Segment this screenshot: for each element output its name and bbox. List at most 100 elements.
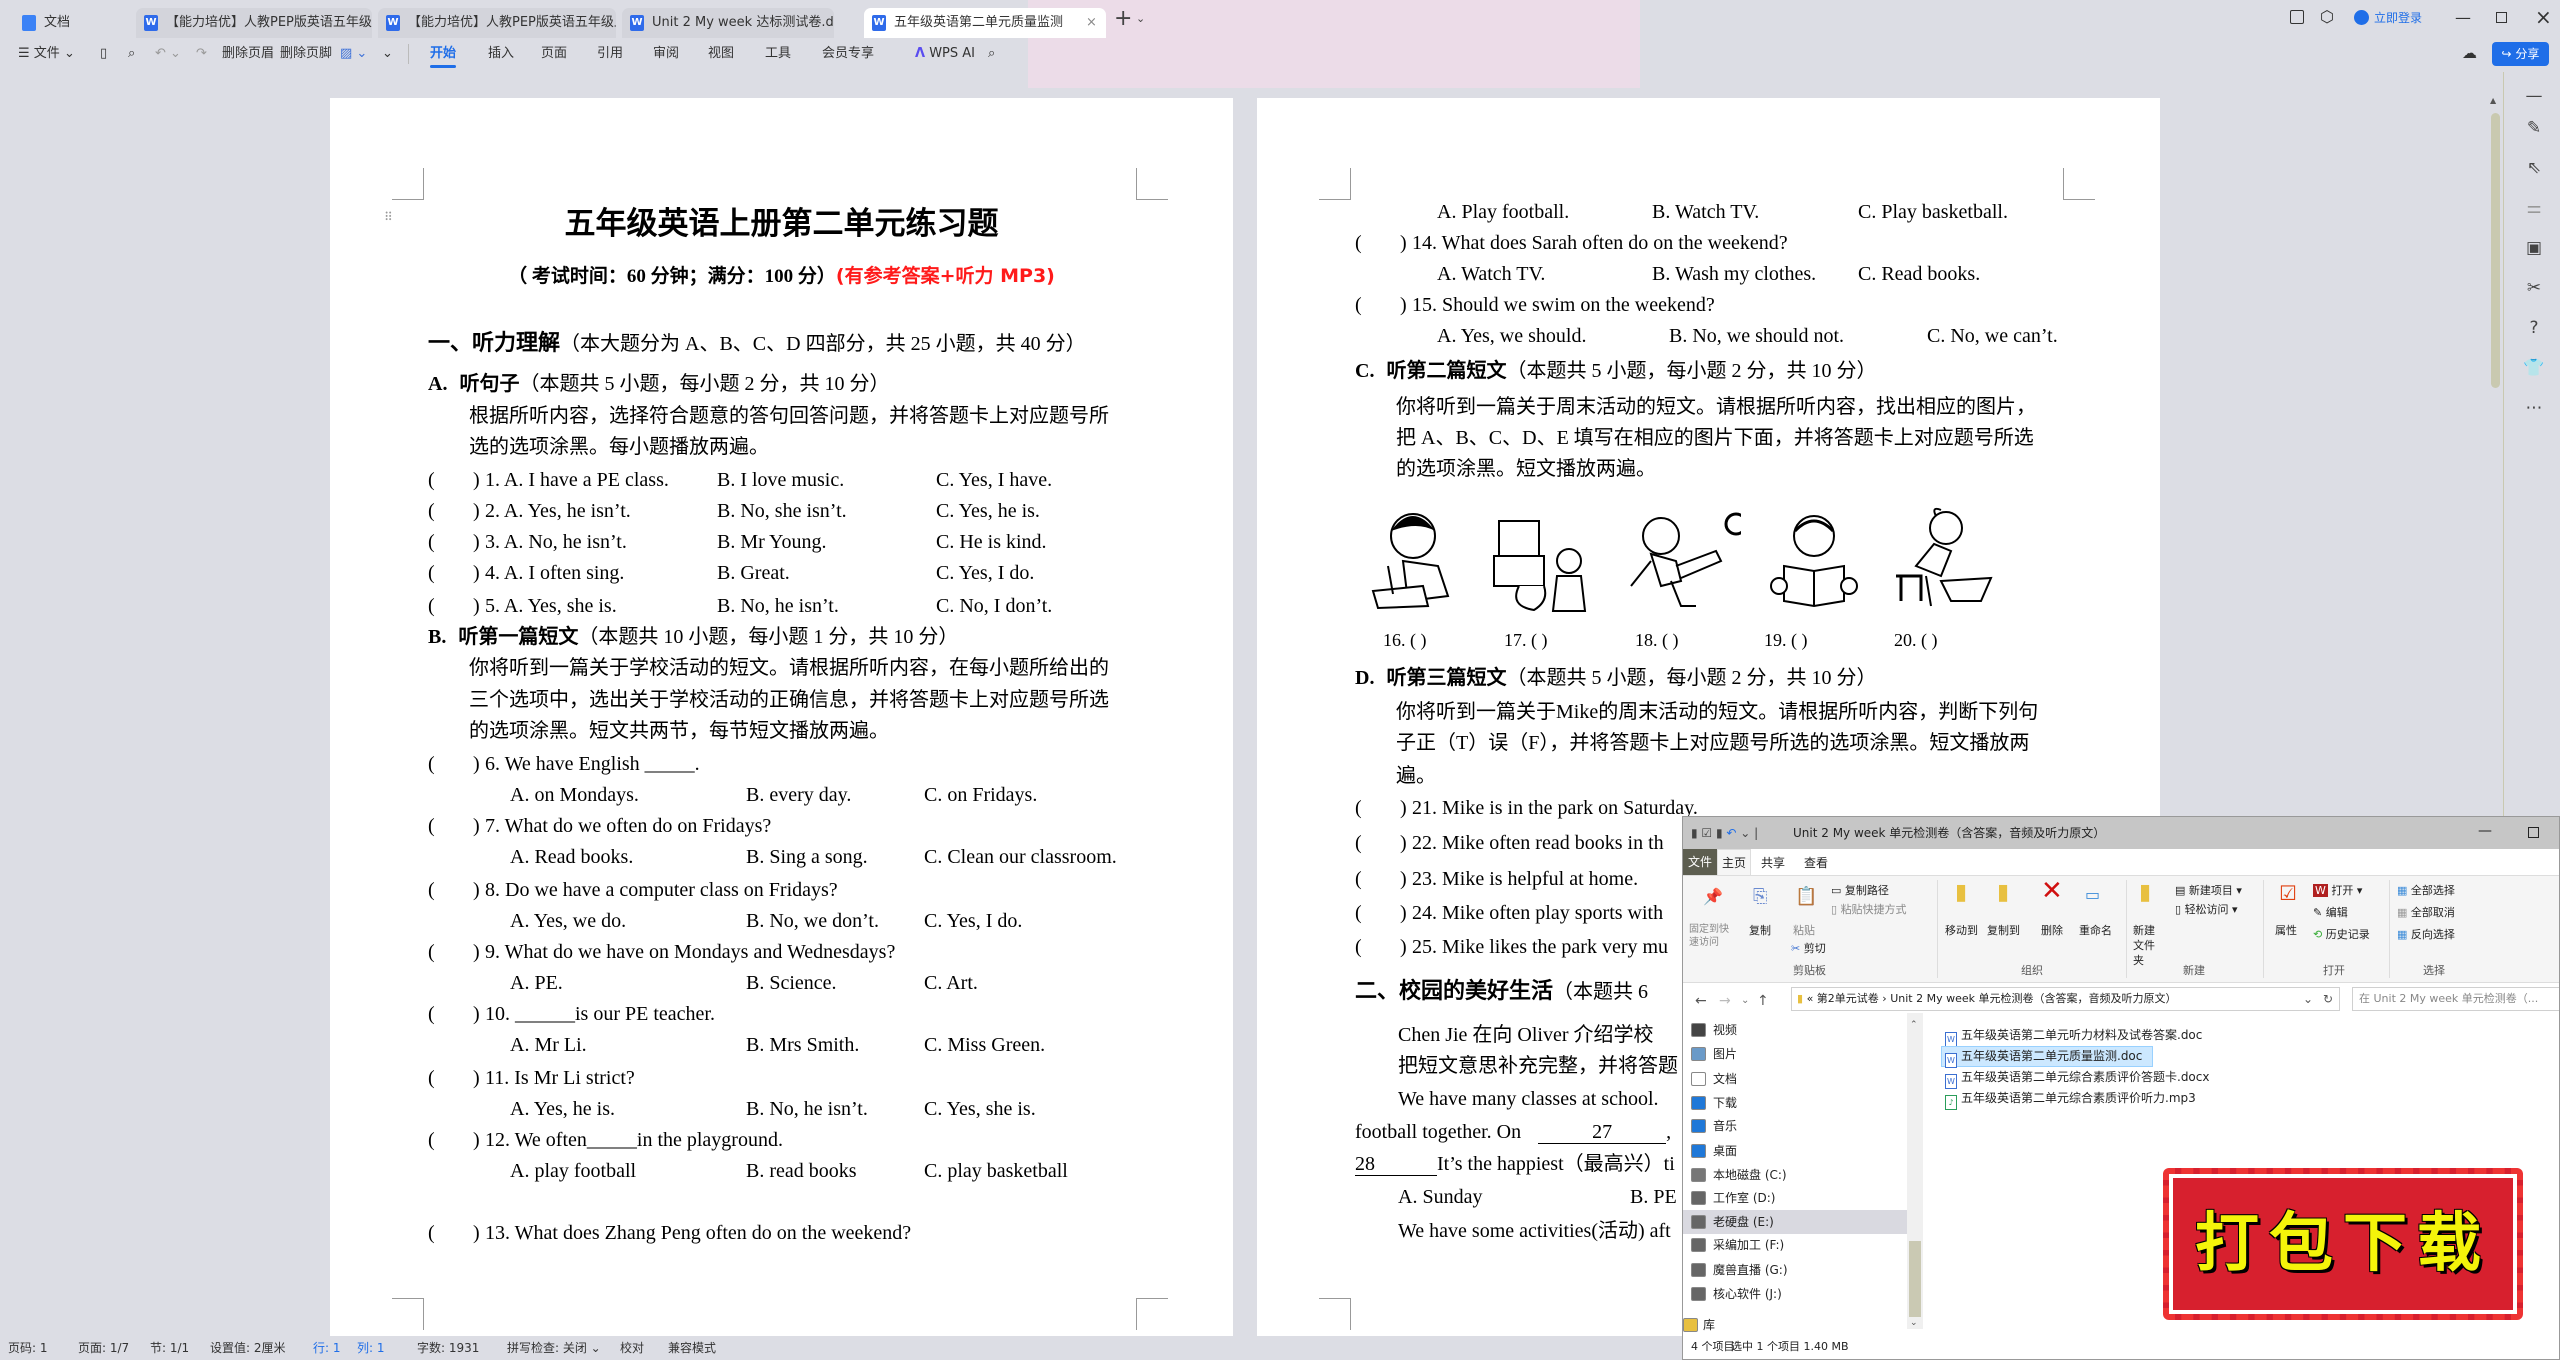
wps-ai-button[interactable]: Λ WPS AI (915, 44, 975, 64)
cloud-upload-icon[interactable]: ☁ (2462, 44, 2477, 62)
close-window-button[interactable]: × (2535, 5, 2552, 29)
nav-item[interactable]: 下载 (1713, 1093, 1737, 1113)
quick-access-toolbar[interactable]: ▮ ☑ ▮ ↶ ⌄ | (1691, 825, 1758, 841)
rename-button[interactable]: 重命名 (2079, 923, 2112, 939)
tab-document-1[interactable]: W 【能力培优】人教PEP版英语五年级上 (136, 8, 372, 38)
status-item-8[interactable]: 校对 (620, 1339, 644, 1357)
nav-item[interactable]: 音乐 (1713, 1116, 1737, 1136)
status-item-7[interactable]: 拼写检查: 关闭 ⌄ (507, 1339, 601, 1357)
menu-tab-7[interactable]: 会员专享 (822, 44, 874, 64)
nav-item[interactable]: 核心软件 (J:) (1713, 1284, 1782, 1304)
menu-tab-5[interactable]: 视图 (708, 44, 734, 64)
tab-list-chevron-icon[interactable]: ⌄ (1136, 12, 1145, 25)
explorer-tab-share[interactable]: 共享 (1761, 855, 1785, 871)
menu-tab-4[interactable]: 审阅 (653, 44, 679, 64)
nav-scroll-up-icon[interactable]: ⌃ (1910, 1017, 1918, 1033)
avatar-icon[interactable] (2354, 10, 2369, 25)
nav-item[interactable]: 本地磁盘 (C:) (1713, 1165, 1787, 1185)
up-button[interactable]: ↑ (1757, 993, 1769, 1009)
more-icon[interactable]: ⋯ (2520, 398, 2548, 422)
copy-button[interactable]: 复制 (1749, 923, 1771, 939)
delete-button[interactable]: 删除 (2041, 923, 2063, 939)
tab-document-2[interactable]: W 【能力培优】人教PEP版英语五年级上 (378, 8, 616, 38)
breadcrumb[interactable]: ▮ « 第2单元试卷 › Unit 2 My week 单元检测卷（含答案，音频… (1797, 991, 2176, 1007)
pen-icon[interactable]: ✎ (2520, 118, 2548, 142)
window-layout-icon[interactable] (2290, 10, 2304, 24)
format-painter-icon[interactable]: ⌕ (128, 44, 135, 64)
explorer-tab-home[interactable]: 主页 (1717, 849, 1751, 875)
history-button[interactable]: ⟲ 历史记录 (2313, 927, 2370, 943)
file-item[interactable]: W 五年级英语第二单元听力材料及试卷答案.doc (1945, 1025, 2202, 1047)
search-box[interactable]: 在 Unit 2 My week 单元检测卷（... (2352, 987, 2559, 1011)
pin-quick-access-button[interactable]: 固定到快速访问 (1689, 923, 1729, 949)
open-button[interactable]: W 打开 ▾ (2313, 883, 2362, 899)
nav-item[interactable]: 库 (1703, 1315, 1715, 1335)
menu-tab-1[interactable]: 插入 (488, 44, 514, 64)
select-all-button[interactable]: ▦ 全部选择 (2397, 883, 2455, 899)
nav-scroll-thumb[interactable] (1909, 1241, 1921, 1317)
explorer-maximize-button[interactable] (2528, 827, 2539, 838)
nav-item[interactable]: 采编加工 (F:) (1713, 1235, 1784, 1255)
new-item-button[interactable]: ▤ 新建项目 ▾ (2175, 883, 2242, 899)
menu-tab-0[interactable]: 开始 (430, 44, 456, 64)
style-icon[interactable]: ▣ (2520, 238, 2548, 262)
undo-icon[interactable]: ↶ ⌄ (155, 44, 181, 64)
forward-button[interactable]: → (1719, 993, 1731, 1009)
copy-to-button[interactable]: 复制到 (1987, 923, 2020, 939)
easy-access-button[interactable]: ▯ 轻松访问 ▾ (2175, 902, 2238, 918)
delete-header-button[interactable]: 删除页眉 (222, 44, 274, 64)
border-style-icon[interactable]: ▨ ⌄ (340, 44, 367, 64)
tab-document-3[interactable]: W Unit 2 My week 达标测试卷.doc (622, 8, 834, 38)
refresh-button[interactable]: ↻ (2323, 991, 2333, 1007)
recent-chevron-icon[interactable]: ⌄ (1741, 993, 1749, 1009)
file-menu[interactable]: ☰ 文件 ⌄ (18, 44, 75, 64)
scroll-up-arrow[interactable]: ▲ (2490, 96, 2496, 105)
menu-tab-3[interactable]: 引用 (597, 44, 623, 64)
explorer-tab-view[interactable]: 查看 (1804, 855, 1828, 871)
nav-scroll-down-icon[interactable]: ⌄ (1910, 1315, 1918, 1331)
collapse-icon[interactable]: — (2520, 86, 2548, 110)
properties-button[interactable]: 属性 (2275, 923, 2297, 939)
invert-selection-button[interactable]: ▦ 反向选择 (2397, 927, 2455, 943)
document-page-1[interactable]: ⠿ 五年级英语上册第二单元练习题 （ 考试时间：60 分钟；满分：100 分）(… (330, 98, 1233, 1336)
nav-item[interactable]: 文档 (1713, 1069, 1737, 1089)
nav-item[interactable]: 工作室 (D:) (1713, 1188, 1775, 1208)
move-to-button[interactable]: 移动到 (1945, 923, 1978, 939)
download-package-stamp[interactable]: 打包下载 (2163, 1168, 2523, 1320)
explorer-minimize-button[interactable]: — (2478, 823, 2492, 839)
back-button[interactable]: ← (1695, 993, 1707, 1009)
cursor-icon[interactable]: ⇖ (2520, 158, 2548, 182)
save-icon[interactable]: ▯ (100, 44, 107, 64)
delete-footer-button[interactable]: 删除页脚 (280, 44, 332, 64)
minimize-button[interactable]: — (2455, 8, 2471, 27)
paste-button[interactable]: 粘贴 (1793, 923, 1815, 939)
file-item[interactable]: ♪ 五年级英语第二单元综合素质评价听力.mp3 (1945, 1088, 2196, 1110)
edit-button[interactable]: ✎ 编辑 (2313, 905, 2348, 921)
skin-icon[interactable]: 👕 (2520, 358, 2548, 382)
nav-item[interactable]: 视频 (1713, 1020, 1737, 1040)
nav-item[interactable]: 图片 (1713, 1044, 1737, 1064)
redo-icon[interactable]: ↷ (196, 44, 207, 64)
file-item[interactable]: W 五年级英语第二单元质量监测.doc (1945, 1046, 2142, 1068)
menu-tab-6[interactable]: 工具 (765, 44, 791, 64)
restore-button[interactable] (2496, 12, 2507, 23)
login-link[interactable]: 立即登录 (2374, 9, 2422, 26)
close-tab-icon[interactable]: × (1086, 8, 1097, 38)
share-button[interactable]: ↪ 分享 (2492, 42, 2549, 66)
copy-path-button[interactable]: ▭ 复制路径 (1831, 883, 1889, 899)
explorer-tab-file[interactable]: 文件 (1683, 849, 1717, 875)
nav-item[interactable]: 老硬盘 (E:) (1713, 1212, 1774, 1232)
address-dropdown-icon[interactable]: ⌄ (2303, 991, 2313, 1007)
sliders-icon[interactable]: ⚌ (2520, 198, 2548, 222)
navigation-pane[interactable]: 视频图片文档下载音乐桌面本地磁盘 (C:) 工作室 (D:) 老硬盘 (E:) 采编加… (1683, 1013, 1907, 1333)
status-item-9[interactable]: 兼容模式 (668, 1339, 716, 1357)
new-tab-button[interactable]: + (1114, 6, 1132, 31)
file-item[interactable]: W 五年级英语第二单元综合素质评价答题卡.docx (1945, 1067, 2209, 1089)
cut-button[interactable]: ✂ 剪切 (1791, 941, 1826, 957)
new-folder-button[interactable]: 新建文件夹 (2133, 923, 2163, 968)
nav-item[interactable]: 魔兽直播 (G:) (1713, 1260, 1788, 1280)
more-chevron-icon[interactable]: ⌄ (382, 44, 393, 64)
cube-icon[interactable]: ⬡ (2320, 7, 2334, 26)
nav-item[interactable]: 桌面 (1713, 1141, 1737, 1161)
paste-shortcut-button[interactable]: ▯ 粘贴快捷方式 (1831, 902, 1907, 918)
